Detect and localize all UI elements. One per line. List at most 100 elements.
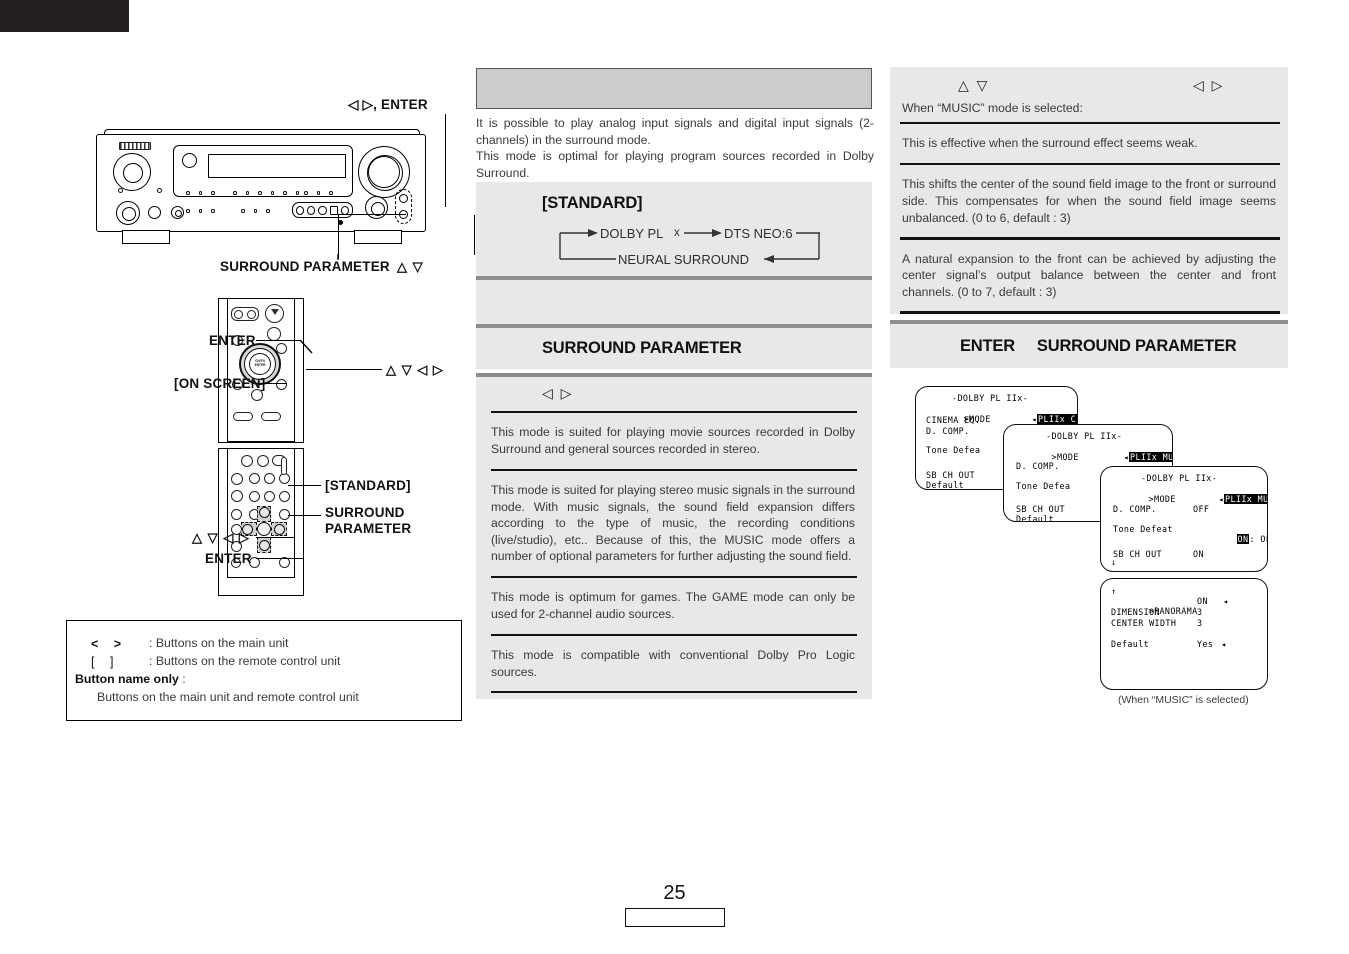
remote2-power-button[interactable]	[241, 455, 253, 467]
legend-text-remote-unit: : Buttons on the remote control unit	[149, 654, 341, 669]
osd4-center-width-label: CENTER WIDTH	[1111, 618, 1177, 628]
remote1-body: CH/TN ENTER	[218, 298, 304, 443]
legend-symbol-angle: < >	[91, 637, 128, 651]
separator-black-5	[491, 691, 857, 694]
remote1-device-group-1[interactable]	[233, 412, 253, 421]
osd3-row-tone-value-wrap: ON: OFF	[1193, 524, 1267, 554]
osd3-row-dcomp-value: OFF	[1193, 504, 1210, 514]
volume-knob-left[interactable]	[113, 153, 151, 191]
brand-logo	[119, 142, 151, 150]
indicator-dots-row-a	[118, 188, 171, 193]
intro-paragraph: It is possible to play analog input sign…	[476, 115, 874, 181]
osd3-header: -DOLBY PL IIx-	[1141, 473, 1218, 483]
callout-line-sp-vert	[338, 215, 340, 255]
remote2-cinema-button[interactable]	[249, 473, 260, 484]
osd1-mode-value: PLIIx CINEMA	[1037, 414, 1077, 424]
when-music-note: When “MUSIC” mode is selected:	[902, 101, 1083, 115]
osd4-default-value: Yes	[1197, 639, 1214, 649]
remote1-cursor-label: △ ▽ ◁ ▷	[386, 362, 444, 377]
remote1-device-group-2[interactable]	[261, 412, 281, 421]
mode-flow-diagram: DOLBY PL x DTS NEO:6 NEURAL SURROUND	[476, 217, 872, 273]
mode-title-banner	[476, 68, 872, 109]
legend-text-both-units: Buttons on the main unit and remote cont…	[97, 690, 359, 705]
legend-colon: :	[182, 672, 186, 687]
remote2-dolby-button[interactable]	[264, 491, 275, 502]
legend-row-both-units: Buttons on the main unit and remote cont…	[67, 689, 461, 707]
description-music: This mode is suited for playing stereo m…	[491, 482, 855, 564]
front-display-screen	[208, 154, 346, 178]
scroll-up-icon: ↑	[1111, 586, 1117, 596]
osd4-dimension-value: 3	[1197, 607, 1203, 617]
small-knob-2[interactable]	[148, 206, 161, 219]
remote2-dts-button[interactable]	[279, 491, 290, 502]
osd-screen-music-full: -DOLBY PL IIx- >MODE ◂PLIIx MUSIC▸ D. CO…	[1100, 466, 1268, 572]
remote1-enter-label: ENTER	[209, 333, 256, 348]
blank-panel-1	[476, 280, 872, 324]
osd4-panorama-off-wrap: OFF	[1235, 596, 1267, 626]
right-descriptions-panel: △ ▽ ◁ ▷ When “MUSIC” mode is selected: T…	[890, 67, 1288, 314]
osd3-mode-value-wrap: ◂PLIIx MUSIC▸	[1175, 484, 1267, 514]
osd2-mode-value: PLIIx MUSIC	[1129, 452, 1172, 462]
flow-node-neural-surround: NEURAL SURROUND	[618, 252, 749, 267]
right-description-dimension: This shifts the center of the sound fiel…	[902, 177, 1276, 225]
indicator-dots-row-d	[304, 191, 342, 195]
callout-line-enter	[445, 114, 447, 207]
legend-row-remote-unit: [ ] : Buttons on the remote control unit	[67, 653, 461, 671]
intro-line-1: It is possible to play analog input sign…	[476, 116, 874, 147]
osd2-row-tone-defeat: Tone Defea	[1016, 481, 1071, 491]
small-knob-3[interactable]	[171, 206, 184, 219]
osd1-row-tone-defeat: Tone Defea	[926, 445, 981, 455]
standard-panel: [STANDARD] DOLBY PL x DTS NEO:6 NEURAL S…	[476, 182, 872, 279]
osd3-mode-value: PLIIx MUSIC	[1224, 494, 1267, 504]
page-footer-box	[625, 908, 725, 927]
osd3-row-sbch-label: SB CH OUT	[1113, 549, 1162, 559]
right-description-center-width: A natural expansion to the front can be …	[902, 251, 1276, 299]
button-dots-row-e[interactable]	[186, 209, 224, 213]
page-number: 25	[663, 882, 686, 904]
remote2-enter-button[interactable]	[257, 522, 271, 536]
osd3-tone-value-off: : OFF	[1249, 534, 1267, 544]
remote1-on-screen-label: [ON SCREEN]	[174, 376, 266, 391]
remote2-standard-label: [STANDARD]	[325, 478, 411, 493]
callout-line-standard	[288, 485, 321, 487]
cursor-lr-indicator-right: ◁ ▷	[1193, 77, 1225, 93]
indicator-dots-row-c	[233, 191, 308, 195]
cursor-ud-indicator: △ ▽	[958, 77, 990, 93]
osd3-row-tone-label: Tone Defeat	[1113, 524, 1173, 534]
unit-foot-left	[122, 230, 170, 244]
remote2-pure-button[interactable]	[249, 491, 260, 502]
callout-line-remote1-cursor	[306, 369, 382, 371]
osd2-row-dcomp: D. COMP.	[1016, 461, 1060, 471]
flow-node-dts-neo6: DTS NEO:6	[724, 226, 793, 241]
enter-keyword: ENTER	[960, 337, 1015, 355]
indicator-dots-row-b	[186, 191, 224, 195]
osd1-row-sb-ch-out: SB CH OUT	[926, 470, 975, 480]
right-description-panorama: This is effective when the surround effe…	[902, 136, 1198, 151]
remote2-cursor-label: △ ▽ ◁ ▷	[192, 530, 250, 545]
left-arrow-icon: ◂	[1223, 596, 1229, 606]
flow-node-dolby-pl-x: x	[674, 227, 680, 239]
osd2-mode-label: MODE	[1057, 452, 1079, 462]
osd1-row-cinema-eq: CINEMA EQ.	[926, 415, 981, 425]
callout-line-surround-param-remote	[288, 515, 321, 517]
osd2-header: -DOLBY PL IIx-	[1046, 431, 1123, 441]
description-movie: This mode is suited for playing movie so…	[491, 425, 855, 456]
remote2-side-slider[interactable]	[281, 457, 287, 475]
surround-parameter-keyword: SURROUND PARAMETER	[1036, 337, 1237, 355]
surround-parameter-panel: SURROUND PARAMETER	[476, 328, 872, 369]
osd2-row-sb-ch-out: SB CH OUT	[1016, 504, 1065, 514]
remote2-mute-button[interactable]	[264, 473, 275, 484]
remote2-body	[218, 448, 304, 596]
legend-text-main-unit: : Buttons on the main unit	[149, 636, 289, 650]
remote1-return-button[interactable]	[276, 379, 287, 390]
callout-line-sp-horiz	[338, 214, 406, 216]
remote2-source-button[interactable]	[257, 455, 269, 467]
legend-row-main-unit: < > : Buttons on the main unit	[67, 635, 461, 653]
remote2-volume-up[interactable]	[231, 473, 243, 485]
small-knob-1[interactable]	[116, 201, 140, 225]
remote2-volume-down[interactable]	[231, 490, 243, 502]
callout-line-remote2-cursor	[256, 537, 294, 539]
osd4-dimension-label: DIMENSION	[1111, 607, 1160, 617]
osd4-center-width-value: 3	[1197, 618, 1203, 628]
remote2-mode-button[interactable]	[231, 509, 242, 520]
